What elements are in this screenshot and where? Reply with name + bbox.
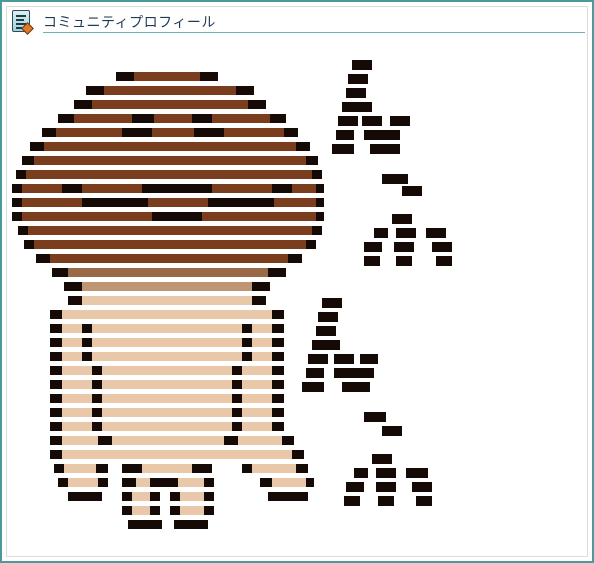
profile-window: コミュニティプロフィール (0, 0, 594, 563)
glyph-column-bottom (302, 298, 432, 506)
hair (20, 72, 318, 263)
pixel-art-canvas (12, 60, 452, 529)
character-figure (12, 72, 324, 529)
glyph-column-top (332, 60, 452, 266)
neck (64, 268, 270, 291)
